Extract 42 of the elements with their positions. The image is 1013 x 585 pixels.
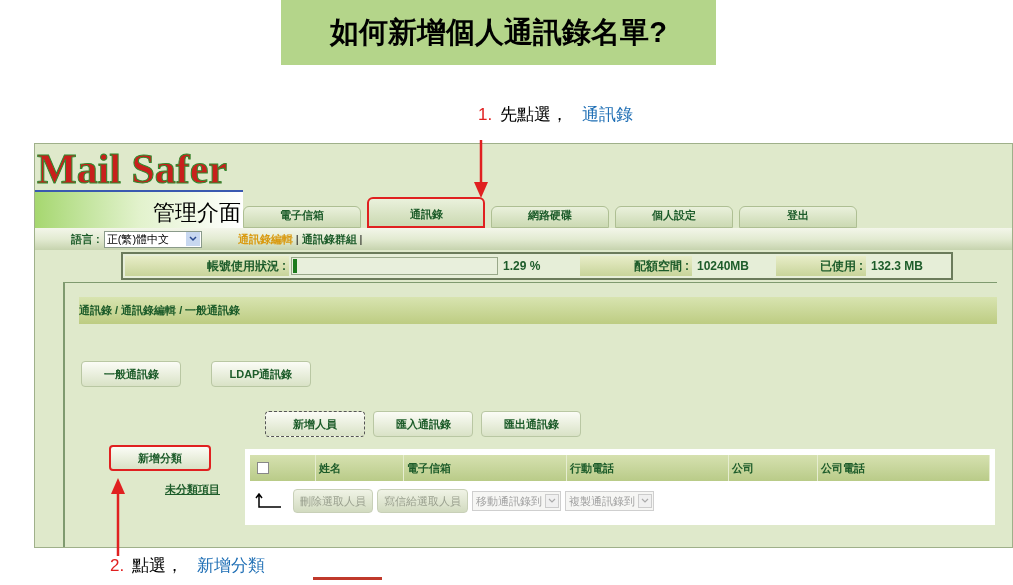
action-button[interactable]: 匯入通訊錄 [373, 411, 473, 437]
add-category-button[interactable]: 新增分類 [109, 445, 211, 471]
usage-label: 帳號使用狀況 : [125, 256, 289, 276]
step-number: 2. [110, 555, 125, 578]
subnav-separator: | [295, 231, 299, 247]
addressbook-button[interactable]: 一般通訊錄 [81, 361, 181, 387]
select-all-checkbox[interactable] [257, 462, 269, 474]
usage-percent: 1.29 % [502, 258, 542, 275]
step-number: 1. [478, 104, 493, 127]
return-arrow-icon [255, 493, 283, 509]
nav-tab[interactable]: 登出 [739, 206, 857, 228]
step-target: 通訊錄 [582, 104, 634, 127]
logo-subtitle: 管理介面 [153, 199, 241, 227]
action-button[interactable]: 新增人員 [265, 411, 365, 437]
used-value: 132.3 MB [870, 258, 925, 275]
step-text: 點選， [132, 555, 184, 578]
column-header: 公司 [729, 455, 818, 481]
subnav-separator: | [359, 231, 363, 247]
subnav-link[interactable]: 通訊錄群組 [301, 230, 357, 248]
breadcrumb: 通訊錄 / 通訊錄編輯 / 一般通訊錄 [79, 297, 997, 324]
quota-label: 配額空間 : [580, 256, 692, 276]
column-header: 公司電話 [818, 455, 990, 481]
pointer-arrow [474, 140, 488, 198]
slide-title: 如何新增個人通訊錄名單? [281, 0, 716, 65]
logo-text: Mail Safer [36, 146, 229, 192]
nav-tab[interactable]: 電子信箱 [243, 206, 361, 228]
column-header: 姓名 [316, 455, 404, 481]
uncategorized-link[interactable]: 未分類項目 [165, 481, 220, 498]
addressbook-button[interactable]: LDAP通訊錄 [211, 361, 311, 387]
language-select[interactable]: 正(繁)體中文 [103, 230, 202, 248]
nav-tab[interactable]: 網路硬碟 [491, 206, 609, 228]
quota-value: 10240MB [696, 258, 751, 275]
language-label: 語言 : [71, 231, 100, 247]
used-label: 已使用 : [776, 256, 866, 276]
nav-tab[interactable]: 通訊錄 [367, 197, 485, 228]
step-target: 新增分類 [197, 555, 266, 578]
column-header: 行動電話 [567, 455, 729, 481]
step-text: 先點選， [500, 104, 569, 127]
action-button[interactable]: 匯出通訊錄 [481, 411, 581, 437]
underline-mark [313, 577, 382, 580]
column-header: 電子信箱 [404, 455, 567, 481]
nav-tab[interactable]: 個人設定 [615, 206, 733, 228]
